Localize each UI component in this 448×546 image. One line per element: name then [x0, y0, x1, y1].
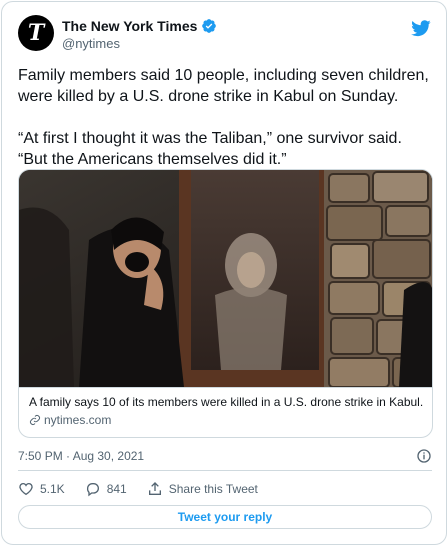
share-label: Share this Tweet: [168, 482, 258, 496]
reply-icon: [86, 483, 99, 497]
article-photo[interactable]: [19, 170, 432, 387]
share-button[interactable]: Share this Tweet: [147, 481, 258, 497]
reply-button[interactable]: 841: [85, 481, 127, 497]
author-handle[interactable]: @nytimes: [62, 35, 217, 52]
avatar-letter: T: [27, 20, 45, 46]
author-display-name[interactable]: The New York Times: [62, 17, 197, 35]
tweet-your-reply-button[interactable]: Tweet your reply: [18, 505, 432, 529]
tweet-header: T The New York Times @nytimes: [18, 15, 432, 57]
divider: [18, 470, 432, 471]
twitter-bird-icon[interactable]: [410, 18, 432, 38]
reply-count: 841: [106, 482, 127, 496]
info-icon[interactable]: [416, 448, 432, 464]
action-bar: 5.1K 841 Share this Tweet: [18, 480, 278, 498]
link-title[interactable]: A family says 10 of its members were kil…: [29, 394, 423, 410]
photo-illustration: [19, 170, 432, 387]
link-icon: [30, 415, 40, 425]
avatar[interactable]: T: [18, 15, 54, 51]
link-preview-card[interactable]: A family says 10 of its members were kil…: [18, 169, 433, 438]
share-icon: [148, 482, 161, 495]
link-info: A family says 10 of its members were kil…: [19, 387, 432, 437]
like-count: 5.1K: [40, 482, 65, 496]
tweet-text: Family members said 10 people, including…: [18, 65, 434, 170]
link-domain-row: nytimes.com: [29, 412, 422, 428]
tweet-timestamp[interactable]: 7:50 PM · Aug 30, 2021: [18, 449, 144, 463]
tweet-paragraph-1: Family members said 10 people, including…: [18, 67, 429, 105]
tweet-paragraph-2: “At first I thought it was the Taliban,”…: [18, 130, 402, 168]
author-name-row: The New York Times: [62, 17, 217, 35]
tweet-embed-card: T The New York Times @nytimes Family mem…: [1, 1, 447, 545]
verified-badge-icon: [202, 19, 217, 33]
link-domain[interactable]: nytimes.com: [44, 412, 111, 428]
heart-icon: [19, 483, 33, 496]
like-button[interactable]: 5.1K: [18, 481, 65, 497]
timestamp-row: 7:50 PM · Aug 30, 2021: [18, 447, 432, 465]
author-block[interactable]: The New York Times @nytimes: [62, 17, 217, 52]
